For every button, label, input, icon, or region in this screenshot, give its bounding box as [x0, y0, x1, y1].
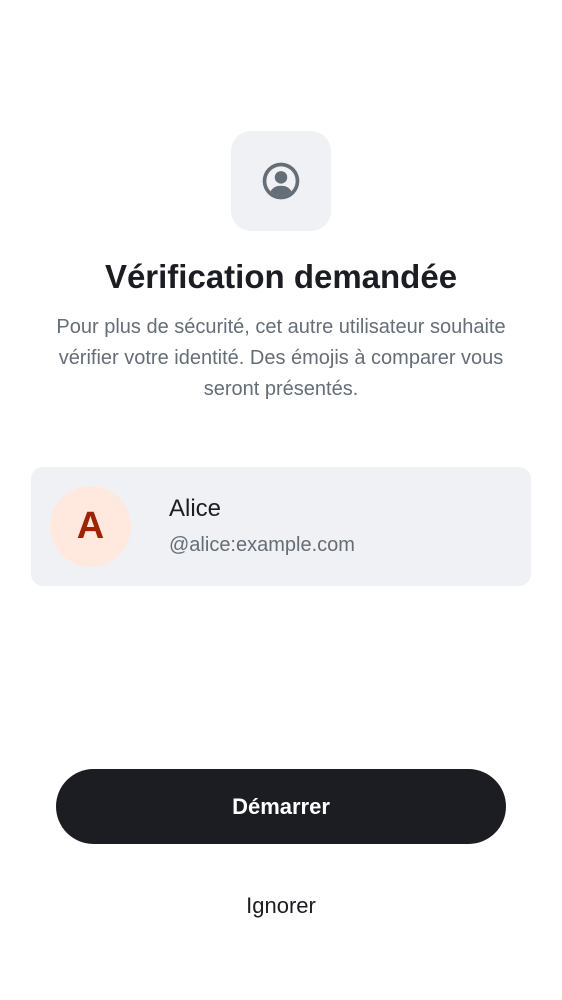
- page-title: Vérification demandée: [104, 258, 458, 295]
- user-card: A Alice @alice:example.com: [31, 467, 531, 586]
- header-icon-container: [231, 131, 331, 231]
- user-matrix-id: @alice:example.com: [169, 534, 355, 556]
- page-description: Pour plus de sécurité, cet autre utilisa…: [56, 316, 506, 400]
- avatar: A: [50, 486, 131, 567]
- user-display-name: Alice: [169, 495, 222, 522]
- start-button[interactable]: Démarrer: [56, 769, 506, 844]
- ignore-button[interactable]: Ignorer: [181, 876, 381, 936]
- user-profile-icon: [262, 162, 300, 200]
